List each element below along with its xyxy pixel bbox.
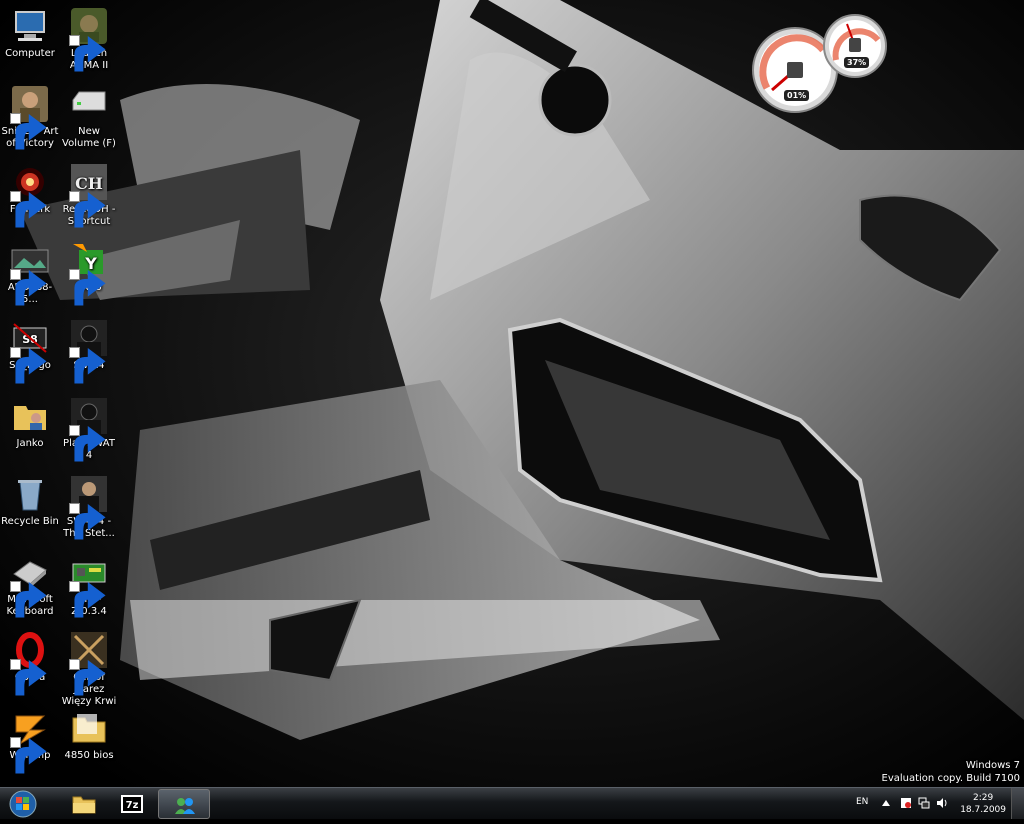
furmark-icon — [10, 162, 50, 228]
desktop-icon[interactable]: GPU-Z.0.3.4 — [59, 552, 119, 618]
desktop-icon-label: New Volume (F) — [62, 126, 116, 149]
taskbar: 7z EN 2:29 18.7.2009 — [0, 787, 1024, 819]
folder-icon — [69, 708, 109, 748]
desktop-icon[interactable]: CHRelicCOH - Shortcut — [59, 162, 119, 228]
coh-icon: CH — [69, 162, 109, 228]
taskbar-messenger-button[interactable] — [158, 789, 210, 819]
recycle-bin-icon — [10, 474, 50, 514]
desktop-icon[interactable]: FurMark — [0, 162, 60, 228]
start-button[interactable] — [3, 788, 39, 820]
taskbar-explorer-button[interactable] — [58, 789, 110, 819]
taskbar-7zip-button[interactable]: 7z — [106, 789, 158, 819]
action-center-icon[interactable] — [900, 797, 912, 809]
shortcut-arrow-icon — [69, 581, 106, 618]
cpu-meter-gadget[interactable]: 01% 37% — [752, 10, 888, 115]
7zip-icon: 7z — [121, 795, 143, 813]
desktop-icon[interactable]: Launch ARMA II — [59, 6, 119, 72]
winamp-icon — [10, 708, 50, 774]
swat-icon — [69, 318, 109, 384]
swat-icon — [69, 396, 109, 462]
desktop-icon[interactable]: 4850 bios — [59, 708, 119, 762]
desktop-icon-label: Janko — [16, 438, 44, 449]
desktop-icon[interactable]: Play SWAT 4 — [59, 396, 119, 462]
desktop-icon[interactable]: S8S8_Logo — [0, 318, 60, 384]
desktop-icon[interactable]: Microsoft Keyboard — [0, 552, 60, 618]
svg-text:7z: 7z — [126, 800, 139, 811]
shortcut-arrow-icon — [10, 659, 47, 696]
shortcut-arrow-icon — [10, 269, 47, 306]
drive-icon — [69, 84, 109, 124]
shortcut-arrow-icon — [69, 269, 106, 306]
yasu-icon: Y — [69, 240, 109, 306]
clock-time: 2:29 — [972, 793, 994, 803]
desktop-icon[interactable]: AUDI S8-5... — [0, 240, 60, 306]
clock-date: 18.7.2009 — [960, 805, 1006, 815]
desktop-icon[interactable]: Recycle Bin — [0, 474, 60, 528]
show-desktop-button[interactable] — [1011, 788, 1024, 819]
shortcut-arrow-icon — [10, 113, 47, 150]
shortcut-arrow-icon — [10, 191, 47, 228]
image-icon — [10, 240, 50, 306]
shortcut-arrow-icon — [69, 35, 106, 72]
gpu-z-icon — [69, 552, 109, 618]
shortcut-arrow-icon — [69, 425, 106, 462]
shortcut-arrow-icon — [69, 347, 106, 384]
messenger-icon — [175, 798, 195, 814]
desktop-icon-label: Computer — [5, 48, 55, 59]
arma-icon — [69, 6, 109, 72]
desktop-icon[interactable]: Sniper - Art of Victory — [0, 84, 60, 150]
shortcut-arrow-icon — [69, 191, 106, 228]
shortcut-arrow-icon — [69, 503, 106, 540]
taskbar-clock[interactable]: 2:29 18.7.2009 — [960, 792, 1006, 816]
computer-icon — [10, 6, 50, 46]
s8-logo-icon: S8 — [10, 318, 50, 384]
keyboard-icon — [10, 552, 50, 618]
desktop-icon[interactable]: Call of Juarez Więzy Krwi — [59, 630, 119, 708]
show-hidden-icons-icon[interactable] — [882, 800, 890, 806]
desktop-wallpaper — [0, 0, 1024, 787]
shortcut-arrow-icon — [69, 659, 106, 696]
watermark-build: Evaluation copy. Build 7100 — [881, 773, 1021, 784]
shortcut-arrow-icon — [10, 737, 47, 774]
desktop-icon[interactable]: Winamp — [0, 708, 60, 774]
explorer-icon — [72, 796, 96, 814]
shortcut-arrow-icon — [10, 347, 47, 384]
desktop-icon[interactable]: YYASU — [59, 240, 119, 306]
sniper-icon — [10, 84, 50, 150]
evaluation-watermark: Windows 7 Evaluation copy. Build 7100 — [882, 759, 1021, 785]
watermark-os-name: Windows 7 — [965, 760, 1020, 771]
user-folder-icon — [10, 396, 50, 436]
shortcut-arrow-icon — [10, 581, 47, 618]
language-indicator[interactable]: EN — [856, 797, 868, 807]
volume-icon[interactable] — [936, 797, 948, 809]
desktop-icon[interactable]: Computer — [0, 6, 60, 60]
call-of-juarez-icon — [69, 630, 109, 696]
desktop-icon[interactable]: Opera — [0, 630, 60, 696]
desktop-icon-label: 4850 bios — [64, 750, 114, 761]
opera-icon — [10, 630, 50, 696]
desktop-icon-label: Recycle Bin — [1, 516, 59, 527]
system-tray: EN 2:29 18.7.2009 — [844, 788, 1024, 820]
desktop-icon[interactable]: Swat4 — [59, 318, 119, 384]
desktop-icon[interactable]: New Volume (F) — [59, 84, 119, 150]
cpu-usage-label: 01% — [784, 90, 810, 101]
network-icon[interactable] — [918, 797, 930, 809]
ram-usage-label: 37% — [844, 57, 870, 68]
swat-stetchkov-icon — [69, 474, 109, 540]
windows-logo-icon — [9, 790, 37, 818]
desktop-icon[interactable]: SWAT 4 - The Stet... — [59, 474, 119, 540]
desktop-icon[interactable]: Janko — [0, 396, 60, 450]
